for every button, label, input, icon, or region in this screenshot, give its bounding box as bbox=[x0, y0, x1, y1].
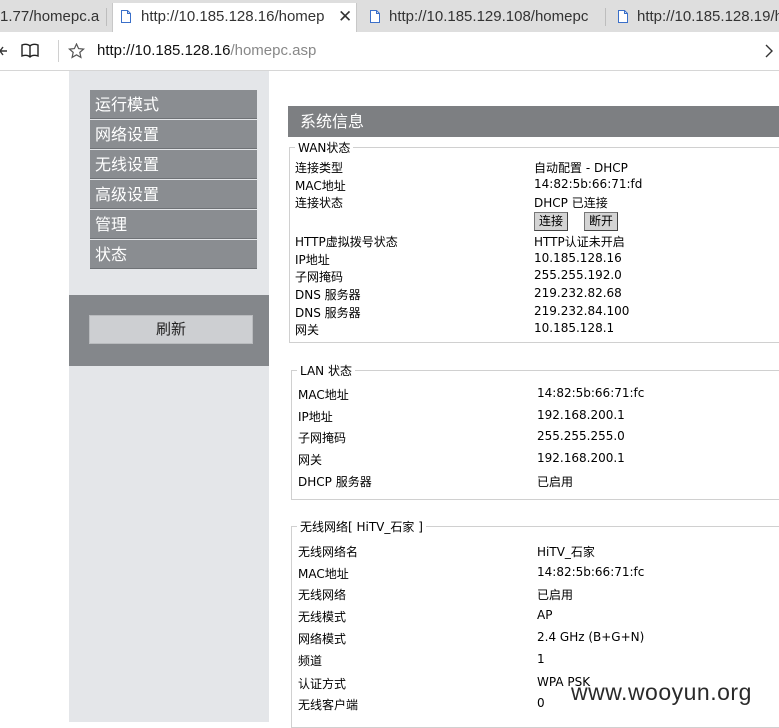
left-nav-panel: 运行模式 网络设置 无线设置 高级设置 管理 状态 刷新 bbox=[69, 71, 269, 722]
lan-label-mac: MAC地址 bbox=[298, 388, 349, 402]
nav-menu: 运行模式 网络设置 无线设置 高级设置 管理 状态 bbox=[90, 90, 257, 270]
nav-item-network-settings[interactable]: 网络设置 bbox=[90, 120, 257, 149]
lan-value-subnet: 255.255.255.0 bbox=[537, 429, 625, 443]
page-icon bbox=[370, 10, 380, 23]
nav-item-wireless-settings[interactable]: 无线设置 bbox=[90, 150, 257, 179]
connect-button[interactable]: 连接 bbox=[534, 212, 568, 231]
wan-value-dns-2: 219.232.84.100 bbox=[534, 304, 630, 318]
page-icon bbox=[121, 10, 131, 23]
wan-label-mac: MAC地址 bbox=[295, 179, 346, 193]
wan-label-dns-2: DNS 服务器 bbox=[295, 306, 361, 320]
lan-value-dhcp-server: 已启用 bbox=[537, 475, 574, 489]
browser-tab-4[interactable]: http://10.185.128.19/h bbox=[610, 3, 779, 32]
lan-value-mac: 14:82:5b:66:71:fc bbox=[537, 386, 645, 400]
watermark: www.wooyun.org bbox=[571, 679, 752, 705]
wlan-value-wireless: 已启用 bbox=[537, 588, 574, 602]
lan-value-ip: 192.168.200.1 bbox=[537, 408, 625, 422]
wlan-label-network-mode: 网络模式 bbox=[298, 632, 347, 646]
wireless-status-legend: 无线网络[ HiTV_石家 ] bbox=[300, 520, 423, 534]
browser-tab-3[interactable]: http://10.185.129.108/homepc bbox=[362, 3, 602, 32]
tab-label: 1.77/homepc.a bbox=[0, 8, 100, 25]
url-path: /homepc.asp bbox=[230, 42, 317, 59]
reading-view-icon[interactable] bbox=[21, 43, 39, 58]
wlan-value-wireless-mode: AP bbox=[537, 608, 553, 622]
tab-separator bbox=[106, 8, 107, 26]
url-host: http://10.185.128.16 bbox=[97, 42, 231, 59]
wan-status-legend: WAN状态 bbox=[298, 141, 351, 155]
address-bar: http://10.185.128.16/homepc.asp bbox=[0, 32, 779, 71]
wan-value-http-dial-status: HTTP认证未开启 bbox=[534, 235, 625, 249]
wan-value-subnet: 255.255.192.0 bbox=[534, 268, 622, 282]
browser-tab-strip: 1.77/homepc.a http://10.185.128.16/homep… bbox=[0, 0, 779, 32]
wlan-label-mac: MAC地址 bbox=[298, 567, 349, 581]
refresh-button[interactable]: 刷新 bbox=[89, 315, 253, 344]
wan-label-ip: IP地址 bbox=[295, 253, 330, 267]
tab-label: http://10.185.128.16/homep bbox=[141, 8, 325, 25]
browser-tab-1[interactable]: 1.77/homepc.a bbox=[0, 3, 103, 32]
wan-value-dns-1: 219.232.82.68 bbox=[534, 286, 622, 300]
wan-value-connection-status: DHCP 已连接 bbox=[534, 196, 608, 210]
page-icon bbox=[618, 10, 628, 23]
lan-status-legend: LAN 状态 bbox=[300, 364, 352, 378]
back-arrow-icon[interactable] bbox=[0, 44, 8, 58]
refresh-band: 刷新 bbox=[69, 295, 269, 366]
wlan-value-clients: 0 bbox=[537, 696, 545, 710]
wlan-label-ssid: 无线网络名 bbox=[298, 545, 359, 559]
wan-label-gateway: 网关 bbox=[295, 323, 320, 337]
nav-item-operation-mode[interactable]: 运行模式 bbox=[90, 90, 257, 119]
nav-item-management[interactable]: 管理 bbox=[90, 210, 257, 239]
wlan-label-auth: 认证方式 bbox=[298, 677, 347, 691]
wlan-label-wireless: 无线网络 bbox=[298, 588, 347, 602]
tab-separator bbox=[605, 8, 606, 26]
wan-value-connection-type: 自动配置 - DHCP bbox=[534, 161, 628, 175]
browser-tab-2-active[interactable]: http://10.185.128.16/homep ✕ bbox=[112, 3, 357, 32]
address-divider bbox=[58, 40, 59, 62]
wan-value-ip: 10.185.128.16 bbox=[534, 251, 622, 265]
lan-value-gateway: 192.168.200.1 bbox=[537, 451, 625, 465]
wlan-value-channel: 1 bbox=[537, 652, 545, 666]
wlan-value-ssid: HiTV_石家 bbox=[537, 545, 595, 559]
wan-label-connection-status: 连接状态 bbox=[295, 196, 344, 210]
lan-label-subnet: 子网掩码 bbox=[298, 431, 347, 445]
wan-value-mac: 14:82:5b:66:71:fd bbox=[534, 177, 643, 191]
lan-label-dhcp-server: DHCP 服务器 bbox=[298, 475, 372, 489]
wlan-value-mac: 14:82:5b:66:71:fc bbox=[537, 565, 645, 579]
wan-label-dns-1: DNS 服务器 bbox=[295, 288, 361, 302]
wan-label-http-dial-status: HTTP虚拟拨号状态 bbox=[295, 235, 398, 249]
tab-label: http://10.185.128.19/h bbox=[637, 8, 779, 25]
tab-close-icon[interactable]: ✕ bbox=[338, 3, 352, 30]
favorite-star-icon[interactable] bbox=[68, 43, 85, 59]
address-url[interactable]: http://10.185.128.16/homepc.asp bbox=[97, 42, 316, 59]
wan-value-gateway: 10.185.128.1 bbox=[534, 321, 615, 335]
wan-label-subnet: 子网掩码 bbox=[295, 270, 344, 284]
lan-label-ip: IP地址 bbox=[298, 410, 333, 424]
wlan-value-network-mode: 2.4 GHz (B+G+N) bbox=[537, 630, 645, 644]
chevron-right-icon[interactable] bbox=[765, 44, 774, 58]
page-title: 系统信息 bbox=[288, 106, 779, 137]
wlan-label-wireless-mode: 无线模式 bbox=[298, 610, 347, 624]
disconnect-button[interactable]: 断开 bbox=[584, 212, 618, 231]
tab-label: http://10.185.129.108/homepc bbox=[389, 8, 589, 25]
nav-item-status[interactable]: 状态 bbox=[90, 240, 257, 269]
wlan-label-channel: 频道 bbox=[298, 654, 323, 668]
nav-item-advanced-settings[interactable]: 高级设置 bbox=[90, 180, 257, 209]
lan-label-gateway: 网关 bbox=[298, 453, 323, 467]
wan-label-connection-type: 连接类型 bbox=[295, 161, 344, 175]
wlan-label-clients: 无线客户端 bbox=[298, 698, 359, 712]
